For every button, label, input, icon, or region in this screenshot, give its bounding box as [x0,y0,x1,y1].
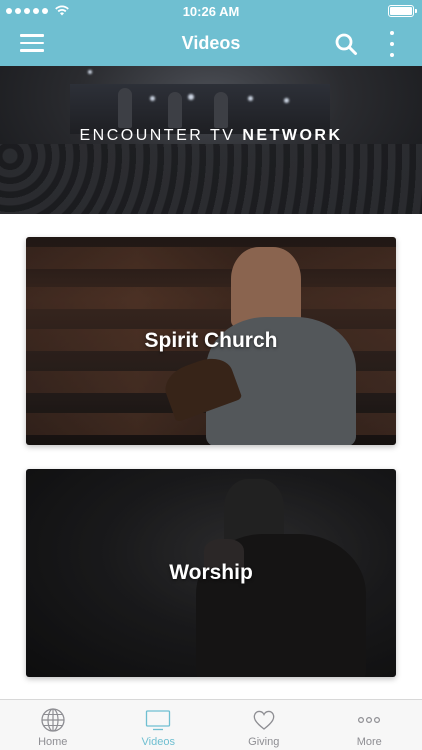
page-title: Videos [181,33,241,53]
status-bar: 10:26 AM [0,0,422,22]
tab-label: Home [38,736,68,748]
tab-bar: Home Videos Giving More [0,699,422,750]
battery-icon [388,5,417,17]
tv-icon [146,710,171,731]
vertical-ellipsis-icon[interactable] [388,31,396,57]
card-title: Spirit Church [144,329,278,352]
globe-icon [41,708,65,732]
nav-bar: Videos [0,22,422,66]
card-title: Worship [169,561,253,584]
hero-title-light: ENCOUNTER TV [79,127,243,144]
hero-title: ENCOUNTER TV NETWORK [0,127,422,145]
hero-title-bold: NETWORK [242,127,343,144]
heart-icon [253,710,275,730]
video-card-worship[interactable]: Worship [26,469,396,677]
tab-label: More [356,736,382,748]
tab-label: Giving [248,736,280,748]
tab-videos[interactable]: Videos [106,700,212,750]
video-card-spirit-church[interactable]: Spirit Church [26,237,396,445]
tab-more[interactable]: More [317,700,422,750]
tab-home[interactable]: Home [0,700,106,750]
tab-giving[interactable]: Giving [211,700,317,750]
hero-banner: ENCOUNTER TV NETWORK [0,66,422,214]
search-icon[interactable] [334,32,358,56]
more-dots-icon [358,717,381,724]
tab-label: Videos [141,736,175,748]
status-time: 10:26 AM [182,4,240,19]
crowd-image [0,144,422,214]
battery-level [390,7,412,15]
